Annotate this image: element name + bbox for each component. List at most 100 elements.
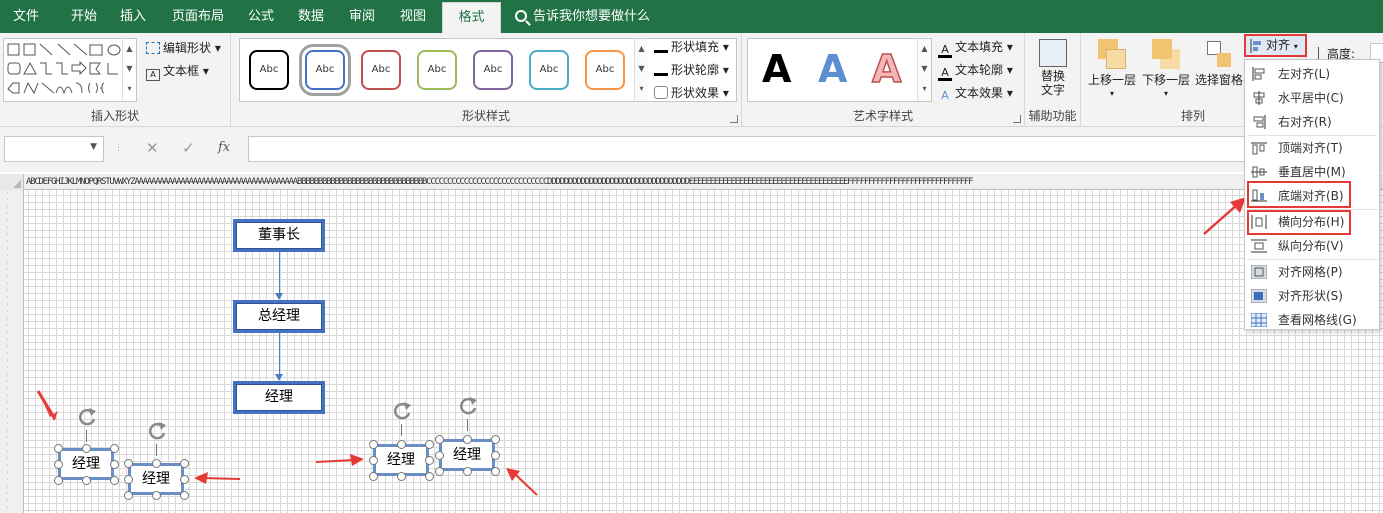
row-header-cell[interactable]: · [0, 470, 23, 477]
tab-review[interactable]: 审阅 [339, 0, 385, 33]
row-header-cell[interactable]: · [0, 239, 23, 246]
row-header-cell[interactable]: · [0, 337, 23, 344]
menu-item-align-right[interactable]: 右对齐(R) [1245, 110, 1379, 134]
tell-me-search[interactable]: 告诉我你想要做什么 [515, 0, 650, 33]
resize-handle[interactable] [368, 471, 378, 481]
row-header-cell[interactable]: · [0, 386, 23, 393]
style-preset-4[interactable]: Abc [417, 50, 457, 90]
resize-handle[interactable] [462, 466, 472, 476]
resize-handle[interactable] [490, 434, 500, 444]
row-header-cell[interactable]: · [0, 365, 23, 372]
org-node-general-manager[interactable]: 总经理 [233, 300, 325, 333]
tab-home[interactable]: 开始 [58, 0, 110, 33]
row-header-cell[interactable]: · [0, 477, 23, 484]
row-header-cell[interactable]: · [0, 400, 23, 407]
style-preset-5[interactable]: Abc [473, 50, 513, 90]
resize-handle[interactable] [53, 459, 63, 469]
menu-item-snap-to-grid[interactable]: 对齐网格(P) [1245, 260, 1379, 284]
text-fill-button[interactable]: A 文本填充 ▾ [938, 38, 1013, 58]
resize-handle[interactable] [123, 458, 133, 468]
resize-handle[interactable] [179, 458, 189, 468]
wordart-preset-blue[interactable]: A [818, 47, 847, 91]
resize-handle[interactable] [396, 439, 406, 449]
row-header-cell[interactable]: · [0, 225, 23, 232]
tab-formulas[interactable]: 公式 [238, 0, 284, 33]
resize-handle[interactable] [490, 466, 500, 476]
rotate-handle-icon[interactable] [146, 420, 168, 442]
resize-handle[interactable] [434, 450, 444, 460]
row-header-cell[interactable]: · [0, 316, 23, 323]
wordart-gallery-scroll[interactable]: ▲ ▼ ▾ [917, 39, 931, 101]
send-backward-button[interactable]: 下移一层 ▾ [1138, 35, 1194, 101]
row-header-cell[interactable]: · [0, 491, 23, 498]
name-box-dropdown-icon[interactable]: ▼ [90, 142, 97, 152]
resize-handle[interactable] [424, 439, 434, 449]
row-header-cell[interactable]: · [0, 190, 23, 197]
row-header-cell[interactable]: · [0, 211, 23, 218]
resize-handle[interactable] [434, 466, 444, 476]
row-header-cell[interactable]: · [0, 456, 23, 463]
resize-handle[interactable] [123, 490, 133, 500]
row-header-cell[interactable]: · [0, 379, 23, 386]
formula-input[interactable] [248, 136, 1248, 162]
resize-handle[interactable] [368, 455, 378, 465]
row-header-cell[interactable]: · [0, 484, 23, 491]
tab-data[interactable]: 数据 [288, 0, 334, 33]
align-button[interactable]: 对齐 ▾ [1244, 34, 1307, 57]
resize-handle[interactable] [123, 474, 133, 484]
style-preset-3[interactable]: Abc [361, 50, 401, 90]
row-header-cell[interactable]: · [0, 393, 23, 400]
resize-handle[interactable] [462, 434, 472, 444]
resize-handle[interactable] [424, 455, 434, 465]
resize-handle[interactable] [151, 490, 161, 500]
resize-handle[interactable] [396, 471, 406, 481]
row-header-cell[interactable]: · [0, 309, 23, 316]
resize-handle[interactable] [109, 475, 119, 485]
tab-view[interactable]: 视图 [390, 0, 436, 33]
org-node-manager[interactable]: 经理 [233, 381, 325, 414]
row-header-cell[interactable]: · [0, 428, 23, 435]
menu-item-align-top[interactable]: 顶端对齐(T) [1245, 136, 1379, 160]
shape-outline-button[interactable]: 形状轮廓 ▾ [654, 61, 729, 78]
row-header-cell[interactable]: · [0, 295, 23, 302]
wordart-preset-red[interactable]: A [871, 46, 902, 92]
wordart-gallery[interactable]: A A A ▲ ▼ ▾ [747, 38, 932, 102]
wordart-preset-black[interactable]: A [762, 47, 791, 91]
resize-handle[interactable] [81, 443, 91, 453]
rotate-handle-icon[interactable] [391, 400, 413, 422]
style-preset-7[interactable]: Abc [585, 50, 625, 90]
shape-styles-launcher-icon[interactable] [730, 115, 738, 123]
row-header-cell[interactable]: · [0, 302, 23, 309]
style-preset-1[interactable]: Abc [249, 50, 289, 90]
text-effects-button[interactable]: A 文本效果 ▾ [938, 84, 1013, 103]
menu-item-align-center[interactable]: 水平居中(C) [1245, 86, 1379, 110]
style-preset-6[interactable]: Abc [529, 50, 569, 90]
row-header-cell[interactable]: · [0, 407, 23, 414]
shape-fill-button[interactable]: 形状填充 ▾ [654, 38, 729, 55]
resize-handle[interactable] [109, 443, 119, 453]
rotate-handle-icon[interactable] [457, 395, 479, 417]
tab-format[interactable]: 格式 [442, 2, 501, 33]
row-header-cell[interactable]: · [0, 197, 23, 204]
row-header-cell[interactable]: · [0, 260, 23, 267]
select-all-corner[interactable] [0, 174, 24, 190]
row-header-cell[interactable]: · [0, 274, 23, 281]
row-header-cell[interactable]: · [0, 204, 23, 211]
resize-handle[interactable] [424, 471, 434, 481]
org-node-chairman[interactable]: 董事长 [233, 219, 325, 252]
row-header-cell[interactable]: · [0, 372, 23, 379]
menu-item-snap-to-shape[interactable]: 对齐形状(S) [1245, 284, 1379, 308]
row-header-cell[interactable]: · [0, 323, 23, 330]
shape-gallery[interactable]: ▲ ▼ ▾ [3, 38, 137, 102]
resize-handle[interactable] [179, 490, 189, 500]
tab-page-layout[interactable]: 页面布局 [165, 0, 231, 33]
resize-handle[interactable] [53, 475, 63, 485]
tab-file[interactable]: 文件 [0, 0, 52, 33]
row-header-cell[interactable]: · [0, 281, 23, 288]
rotate-handle-icon[interactable] [76, 406, 98, 428]
resize-handle[interactable] [109, 459, 119, 469]
style-preset-2[interactable]: Abc [299, 44, 351, 96]
name-box[interactable]: ▼ [4, 136, 104, 162]
row-header-cell[interactable]: · [0, 463, 23, 470]
tab-insert[interactable]: 插入 [110, 0, 156, 33]
